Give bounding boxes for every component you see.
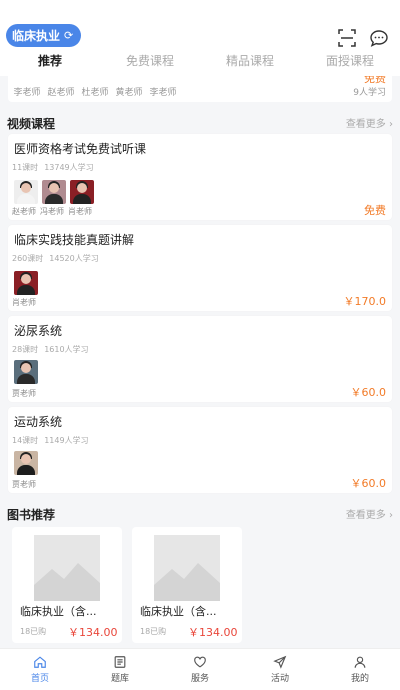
book-card[interactable]: 临床执业（含... 18已购 ￥134.00 <box>132 527 242 643</box>
learner-count: 1149人学习 <box>44 436 89 445</box>
teacher-names: 肖老师 <box>12 297 36 308</box>
lesson-count: 14课时 <box>12 436 39 445</box>
avatar <box>42 180 66 204</box>
teacher-name: 黄老师 <box>115 88 143 98</box>
app-header: 临床执业 ⟳ 推荐 免费课程 精品课程 面授课程 <box>0 0 400 76</box>
learner-count: 1610人学习 <box>44 345 89 354</box>
nav-label: 服务 <box>190 674 209 684</box>
sold-count: 18已购 <box>140 627 167 636</box>
course-title: 医师资格考试免费试听课 <box>14 142 147 156</box>
course-card[interactable]: 临床实践技能真题讲解 260课时 14520人学习 肖老师 ￥170.0 <box>8 225 392 311</box>
nav-label: 题库 <box>110 674 129 684</box>
user-icon <box>354 656 366 668</box>
nav-label: 我的 <box>350 674 369 684</box>
book-card[interactable]: 临床执业（含... 18已购 ￥134.00 <box>12 527 122 643</box>
section-title: 视频课程 <box>7 117 56 131</box>
avatar <box>14 180 38 204</box>
learner-count: 14520人学习 <box>49 254 99 263</box>
image-placeholder-icon <box>34 535 100 601</box>
teacher-names: 贾老师 <box>12 479 36 490</box>
tab-recommend[interactable]: 推荐 <box>0 48 100 74</box>
nav-label: 首页 <box>30 674 49 684</box>
book-title: 临床执业（含... <box>20 605 97 618</box>
teacher-names: 赵老师 冯老师 肖老师 <box>12 206 92 217</box>
lesson-count: 28课时 <box>12 345 39 354</box>
teacher-name: 贾老师 <box>12 480 36 489</box>
course-meta: 11课时 13749人学习 <box>12 162 94 173</box>
teacher-name: 贾老师 <box>12 389 36 398</box>
swap-icon: ⟳ <box>64 29 74 42</box>
course-price: ￥60.0 <box>350 477 387 490</box>
teacher-names: 贾老师 <box>12 388 36 399</box>
course-card[interactable]: 运动系统 14课时 1149人学习 贾老师 ￥60.0 <box>8 407 392 493</box>
exam-label: 临床执业 <box>12 29 61 43</box>
tab-free-courses[interactable]: 免费课程 <box>100 48 200 74</box>
books-section-header: 图书推荐 查看更多 › <box>0 506 400 524</box>
video-section-header: 视频课程 查看更多 › <box>0 115 400 133</box>
nav-profile[interactable]: 我的 <box>320 649 400 690</box>
exam-selector[interactable]: 临床执业 ⟳ <box>6 24 82 47</box>
avatar <box>14 360 38 384</box>
teacher-name: 李老师 <box>13 88 41 98</box>
image-placeholder-icon <box>154 535 220 601</box>
lesson-count: 260课时 <box>12 254 44 263</box>
question-bank-icon <box>114 656 126 668</box>
teacher-list: 李老师 赵老师 杜老师 黄老师 李老师 <box>12 85 178 98</box>
avatar <box>14 451 38 475</box>
category-tabs: 推荐 免费课程 精品课程 面授课程 <box>0 48 400 74</box>
chat-icon[interactable] <box>369 28 389 48</box>
course-card[interactable]: 医师资格考试免费试听课 11课时 13749人学习 赵老师 冯老师 肖老师 免费 <box>8 134 392 220</box>
course-price: ￥170.0 <box>343 295 387 308</box>
book-cover-placeholder <box>34 535 100 601</box>
send-icon <box>273 655 287 669</box>
teacher-name: 杜老师 <box>81 88 109 98</box>
view-more-link[interactable]: 查看更多 › <box>346 506 393 521</box>
sold-count: 18已购 <box>20 627 47 636</box>
lesson-count: 11课时 <box>12 163 39 172</box>
scan-icon[interactable] <box>337 28 357 48</box>
course-price: ￥60.0 <box>350 386 387 399</box>
course-title: 临床实践技能真题讲解 <box>14 233 135 247</box>
teacher-name: 李老师 <box>149 88 177 98</box>
nav-service[interactable]: 服务 <box>160 649 240 690</box>
section-title: 图书推荐 <box>7 508 56 522</box>
course-title: 运动系统 <box>14 415 63 429</box>
teacher-name: 肖老师 <box>68 207 92 216</box>
course-meta: 260课时 14520人学习 <box>12 253 99 264</box>
tab-premium-courses[interactable]: 精品课程 <box>200 48 300 74</box>
nav-label: 活动 <box>270 674 289 684</box>
view-more-label: 查看更多 <box>345 510 386 521</box>
course-meta: 14课时 1149人学习 <box>12 435 89 446</box>
view-more-label: 查看更多 <box>345 119 386 130</box>
book-price: ￥134.00 <box>188 626 238 639</box>
course-title: 泌尿系统 <box>14 324 63 338</box>
view-more-link[interactable]: 查看更多 › <box>346 115 393 130</box>
tab-offline-courses[interactable]: 面授课程 <box>300 48 400 74</box>
teacher-name: 赵老师 <box>12 207 36 216</box>
book-cover-placeholder <box>154 535 220 601</box>
teacher-avatars <box>14 180 94 204</box>
course-card[interactable]: 泌尿系统 28课时 1610人学习 贾老师 ￥60.0 <box>8 316 392 402</box>
book-price: ￥134.00 <box>68 626 118 639</box>
home-icon <box>34 656 46 668</box>
book-title: 临床执业（含... <box>140 605 217 618</box>
bottom-nav: 首页 题库 服务 活动 我的 <box>0 648 400 690</box>
avatar <box>14 271 38 295</box>
heart-icon <box>194 656 206 668</box>
teacher-avatars <box>14 360 38 384</box>
avatar <box>70 180 94 204</box>
learner-count: 9人学习 <box>353 88 386 98</box>
teacher-name: 赵老师 <box>47 88 75 98</box>
teacher-avatars <box>14 271 38 295</box>
nav-home[interactable]: 首页 <box>0 649 80 690</box>
course-price: 免费 <box>364 204 386 217</box>
teacher-name: 肖老师 <box>12 298 36 307</box>
nav-activity[interactable]: 活动 <box>240 649 320 690</box>
course-meta: 28课时 1610人学习 <box>12 344 89 355</box>
learner-count: 13749人学习 <box>44 163 94 172</box>
teacher-avatars <box>14 451 38 475</box>
nav-question-bank[interactable]: 题库 <box>80 649 160 690</box>
teacher-name: 冯老师 <box>40 207 64 216</box>
